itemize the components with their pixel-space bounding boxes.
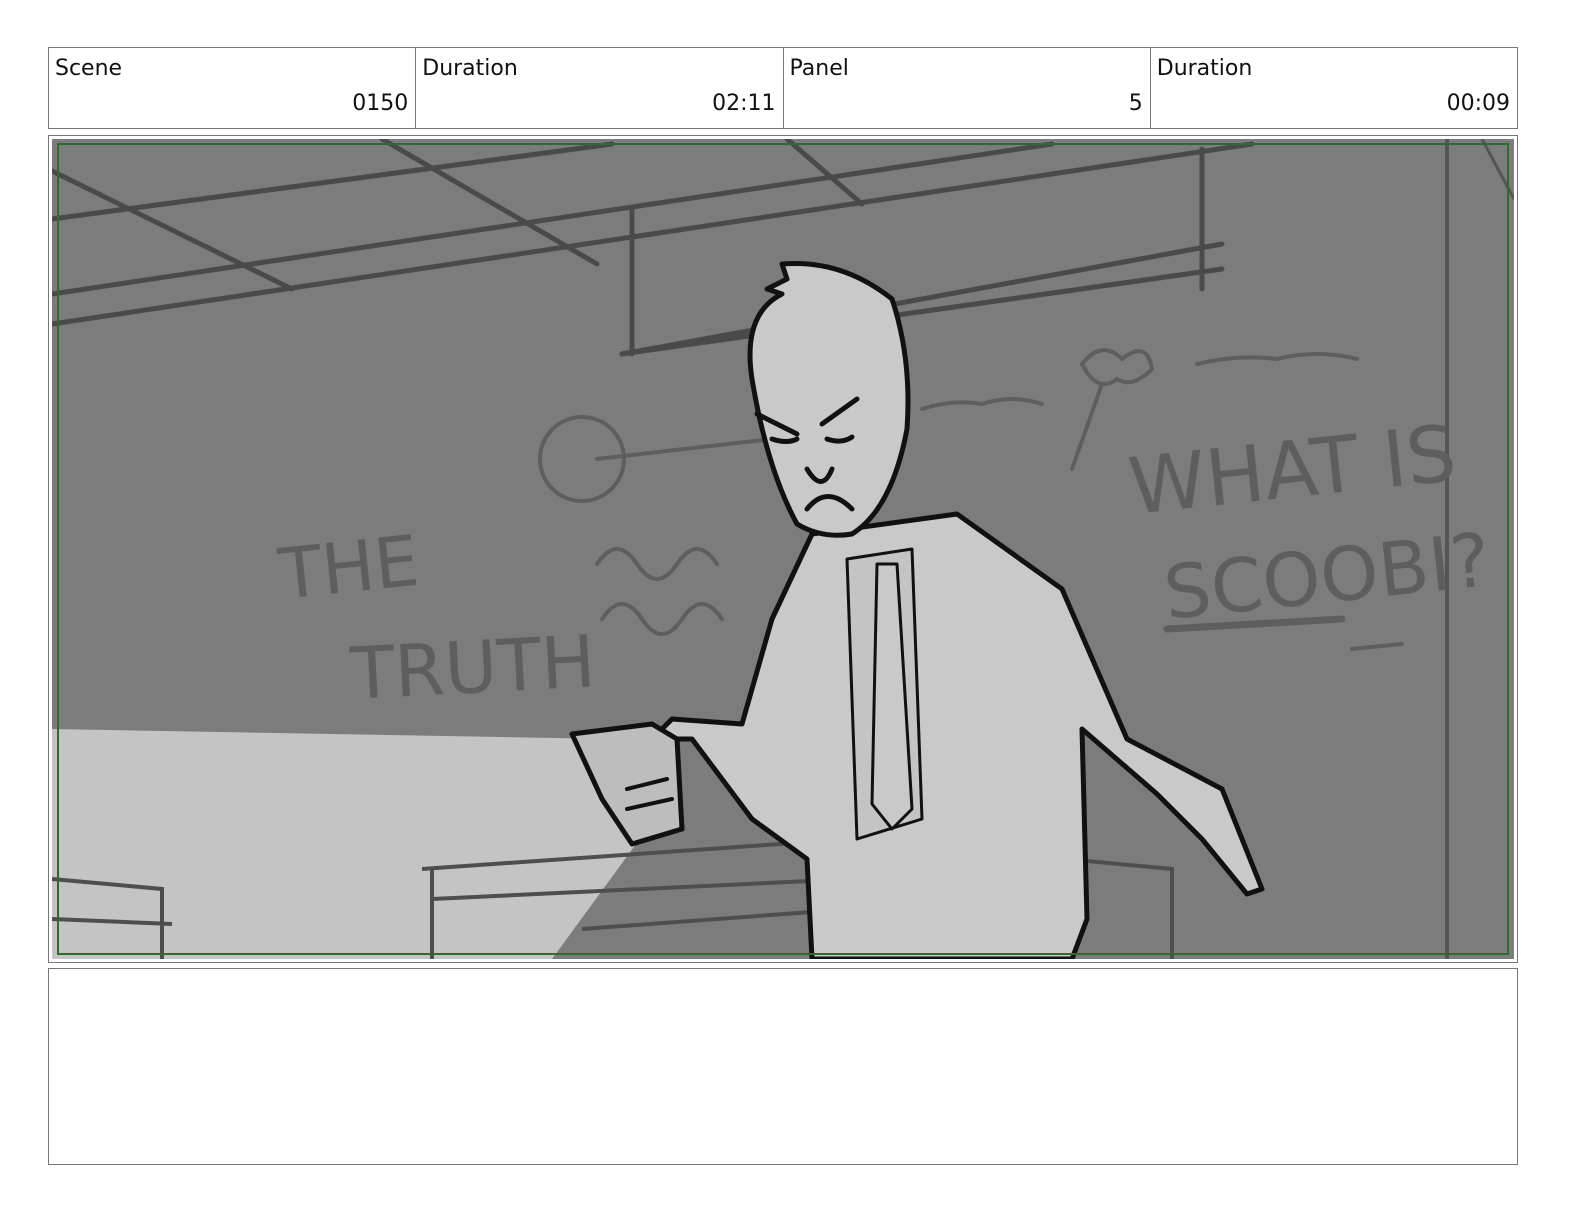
- panel-cell: Panel 5: [784, 48, 1151, 128]
- panel-duration-label: Duration: [1156, 56, 1253, 81]
- panel-duration-cell: Duration 00:09: [1151, 48, 1517, 128]
- board-text-the: THE: [274, 520, 422, 616]
- scene-duration-cell: Duration 02:11: [416, 48, 784, 128]
- action-notes-box: [48, 968, 1518, 1165]
- panel-number: 5: [1128, 91, 1143, 116]
- scene-cell: Scene 0150: [49, 48, 417, 128]
- scene-duration-label: Duration: [422, 56, 518, 81]
- scene-number: 0150: [352, 91, 409, 116]
- scene-duration-value: 02:11: [712, 91, 776, 116]
- panel-sketch: THE TRUTH WHAT IS SCOOBI?: [52, 139, 1514, 959]
- panel-duration-value: 00:09: [1446, 91, 1510, 116]
- panel-label: Panel: [789, 56, 849, 81]
- storyboard-panel: THE TRUTH WHAT IS SCOOBI?: [48, 135, 1518, 963]
- scene-label: Scene: [55, 56, 123, 81]
- board-text-truth: TRUTH: [347, 619, 597, 716]
- storyboard-header: Scene 0150 Duration 02:11 Panel 5 Durati…: [48, 47, 1518, 129]
